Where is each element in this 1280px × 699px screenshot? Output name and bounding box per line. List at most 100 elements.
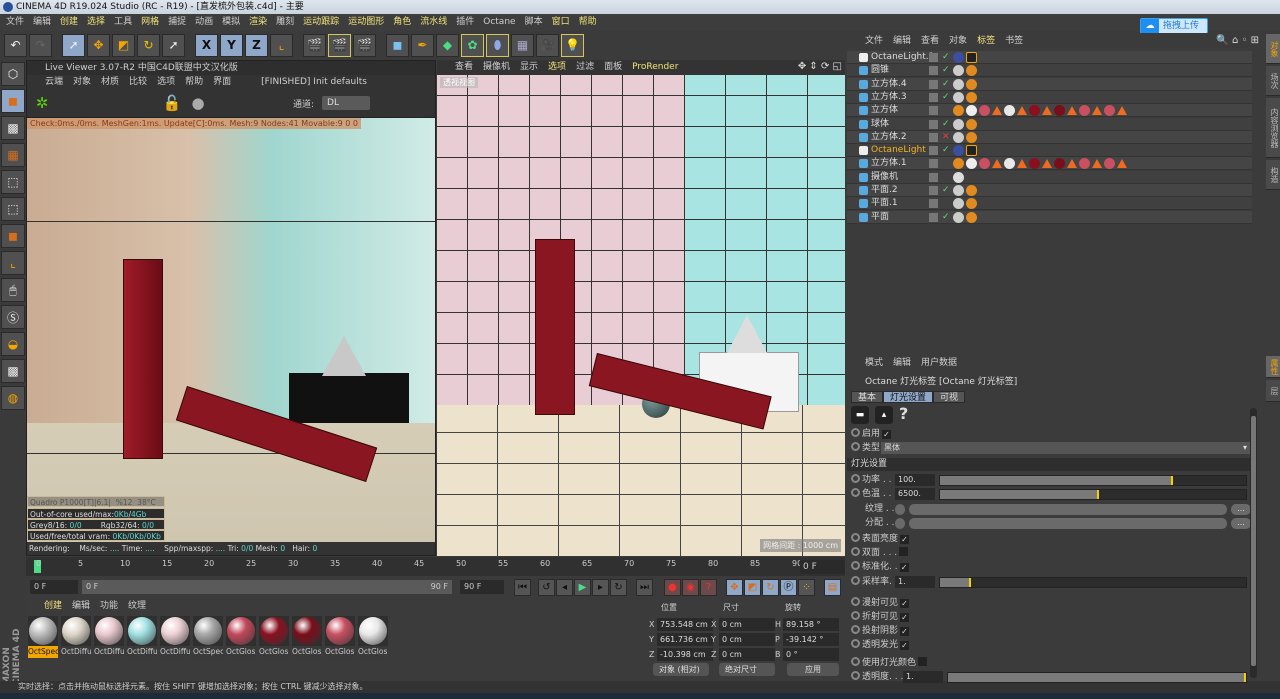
animate-radio-icon[interactable] bbox=[851, 657, 860, 666]
sampling_rate-field[interactable]: 1. bbox=[895, 576, 935, 588]
animate-radio-icon[interactable] bbox=[851, 597, 860, 606]
viewport-menu-item[interactable]: 面板 bbox=[604, 60, 622, 75]
live-viewer-menu-item[interactable]: 材质 bbox=[101, 75, 119, 89]
material-tag-icon[interactable] bbox=[966, 91, 977, 103]
material-tag-icon[interactable] bbox=[979, 158, 990, 170]
material-tag-icon[interactable] bbox=[1104, 158, 1115, 170]
selection-tag-icon[interactable] bbox=[992, 159, 1002, 169]
object-row[interactable]: 平面.2 ✓ bbox=[847, 184, 1252, 197]
autokey-button[interactable]: ◉ bbox=[682, 579, 699, 596]
menu-11[interactable]: 运动跟踪 bbox=[303, 14, 339, 31]
region-render-icon[interactable]: Ⓡ bbox=[111, 94, 129, 113]
opacity-row[interactable]: 透明度. . . . bbox=[851, 671, 909, 684]
attr-side-tab[interactable]: 属性 bbox=[1266, 356, 1280, 378]
snap-button[interactable]: Ⓢ bbox=[1, 305, 25, 329]
object-manager-icons[interactable]: 🔍 ⌂ ◦ ⊞ bbox=[1216, 35, 1259, 46]
material-tag-icon[interactable] bbox=[966, 78, 977, 90]
material-tag-icon[interactable] bbox=[953, 52, 964, 63]
octane-logo-icon[interactable]: ✲ bbox=[33, 94, 51, 112]
animate-radio-icon[interactable] bbox=[851, 474, 860, 483]
go-to-end-button[interactable]: ⏭ bbox=[636, 579, 653, 596]
menu-15[interactable]: 插件 bbox=[456, 14, 474, 31]
tweak-mode-button[interactable]: 🖱 bbox=[1, 278, 25, 302]
selection-tag-icon[interactable] bbox=[1042, 106, 1052, 116]
object-name[interactable]: 摄像机 bbox=[871, 171, 898, 184]
settings-gear-icon[interactable]: ⚙ bbox=[137, 94, 155, 112]
scale-tool[interactable]: ◩ bbox=[112, 33, 135, 57]
axis-mode-button[interactable]: ⌞ bbox=[1, 251, 25, 275]
visibility-icon[interactable]: ✓ bbox=[942, 78, 950, 91]
temperature-slider[interactable] bbox=[939, 489, 1247, 500]
subdivision-button[interactable]: ◆ bbox=[436, 33, 459, 57]
object-row[interactable]: 平面.1 bbox=[847, 197, 1252, 211]
live-viewer-menu-item[interactable]: 比较 bbox=[129, 75, 147, 89]
menu-4[interactable]: 工具 bbox=[114, 14, 132, 31]
size-mode-select[interactable]: 绝对尺寸 bbox=[719, 663, 775, 676]
material-menu-item[interactable]: 编辑 bbox=[72, 600, 90, 613]
surface-brightness-row[interactable]: 表面亮度 ✓ bbox=[851, 533, 910, 546]
floor-button[interactable]: ▦ bbox=[511, 33, 534, 57]
object-name[interactable]: 立方体.1 bbox=[871, 157, 907, 170]
viewport-canvas[interactable]: 透视视图 网格间距 : 1000 cm bbox=[437, 75, 845, 556]
rotation-p-field[interactable]: -39.142 ° bbox=[783, 633, 839, 646]
material-tag-icon[interactable] bbox=[953, 185, 964, 196]
object-row[interactable]: 摄像机 bbox=[847, 170, 1252, 184]
texture-link-field[interactable] bbox=[909, 504, 1227, 515]
normalize-checkbox[interactable]: ✓ bbox=[899, 563, 909, 572]
material-item[interactable]: OctDiffu bbox=[61, 616, 91, 658]
viewport-menu-item[interactable]: 查看 bbox=[455, 60, 473, 75]
rotation-h-field[interactable]: 89.158 ° bbox=[783, 618, 839, 631]
y-axis-lock[interactable]: Y bbox=[220, 33, 243, 57]
material-tag-icon[interactable] bbox=[966, 198, 977, 210]
object-row[interactable]: 立方体 bbox=[847, 104, 1252, 118]
undo-button[interactable]: ↶ bbox=[4, 33, 27, 57]
side-tab[interactable]: 场次 bbox=[1266, 66, 1280, 96]
layer-icon[interactable] bbox=[929, 92, 938, 102]
x-axis-lock[interactable]: X bbox=[195, 33, 218, 57]
material-tag-icon[interactable] bbox=[966, 118, 977, 130]
texture-more-button[interactable]: ... bbox=[1231, 504, 1251, 515]
layer-icon[interactable] bbox=[929, 159, 938, 169]
tab-light-settings[interactable]: 灯光设置 bbox=[883, 391, 934, 403]
preview-range-slider[interactable]: 0 F 90 F bbox=[82, 580, 452, 594]
type-select[interactable]: 黑体 ▾ bbox=[881, 442, 1251, 454]
camera_visible-checkbox[interactable]: ✓ bbox=[900, 599, 910, 608]
size-y-field[interactable]: 0 cm bbox=[719, 633, 775, 646]
opacity-field[interactable]: 1. bbox=[903, 671, 943, 683]
material-tag-icon[interactable] bbox=[1079, 158, 1090, 170]
temperature-row[interactable]: 色温 . . . bbox=[851, 488, 897, 501]
material-tag-icon[interactable] bbox=[966, 65, 977, 77]
layer-icon[interactable] bbox=[929, 119, 938, 129]
live-viewer-menu-item[interactable]: 对象 bbox=[73, 75, 91, 89]
power-slider[interactable] bbox=[939, 475, 1247, 486]
lock-workplane-button[interactable]: ▩ bbox=[1, 359, 25, 383]
z-axis-lock[interactable]: Z bbox=[245, 33, 268, 57]
key-rotation-button[interactable]: ↻ bbox=[762, 579, 779, 596]
visibility-icon[interactable]: ✓ bbox=[942, 64, 950, 77]
attribute-menu-item[interactable]: 用户数据 bbox=[921, 356, 957, 371]
key-position-button[interactable]: ✥ bbox=[726, 579, 743, 596]
light-preset-area-icon[interactable]: ▬ bbox=[851, 406, 869, 424]
selection-tag-icon[interactable] bbox=[1042, 159, 1052, 169]
enable-row[interactable]: 启用 ✓ bbox=[851, 428, 892, 441]
edges-mode-button[interactable]: ⬚ bbox=[1, 197, 25, 221]
viewport-menu-item[interactable]: 过滤 bbox=[576, 60, 594, 75]
object-menu-item[interactable]: 编辑 bbox=[893, 33, 911, 49]
layer-icon[interactable] bbox=[929, 106, 938, 116]
next-frame-button[interactable]: ▸ bbox=[592, 579, 609, 596]
start-frame-field[interactable]: 0 F bbox=[30, 580, 78, 594]
object-row[interactable]: OctaneLight ✓ bbox=[847, 144, 1252, 158]
double-sided-row[interactable]: 双面 . . . bbox=[851, 547, 909, 560]
selection-tag-icon[interactable] bbox=[1017, 159, 1027, 169]
menu-9[interactable]: 渲染 bbox=[249, 14, 267, 31]
object-menu-item[interactable]: 对象 bbox=[949, 33, 967, 49]
cast-shadows-row[interactable]: 投射阴影 ✓ bbox=[851, 625, 910, 638]
attr-side-tab[interactable]: 层 bbox=[1266, 380, 1280, 402]
focus-pick-icon[interactable]: ⬤ bbox=[241, 94, 259, 112]
refraction_visible-checkbox[interactable]: ✓ bbox=[900, 613, 910, 622]
surface_brightness-checkbox[interactable]: ✓ bbox=[900, 535, 910, 544]
material-tag-icon[interactable] bbox=[953, 65, 964, 77]
visibility-icon[interactable]: ✕ bbox=[942, 131, 950, 144]
distribution-expand-button[interactable] bbox=[895, 518, 905, 529]
menu-8[interactable]: 模拟 bbox=[222, 14, 240, 31]
